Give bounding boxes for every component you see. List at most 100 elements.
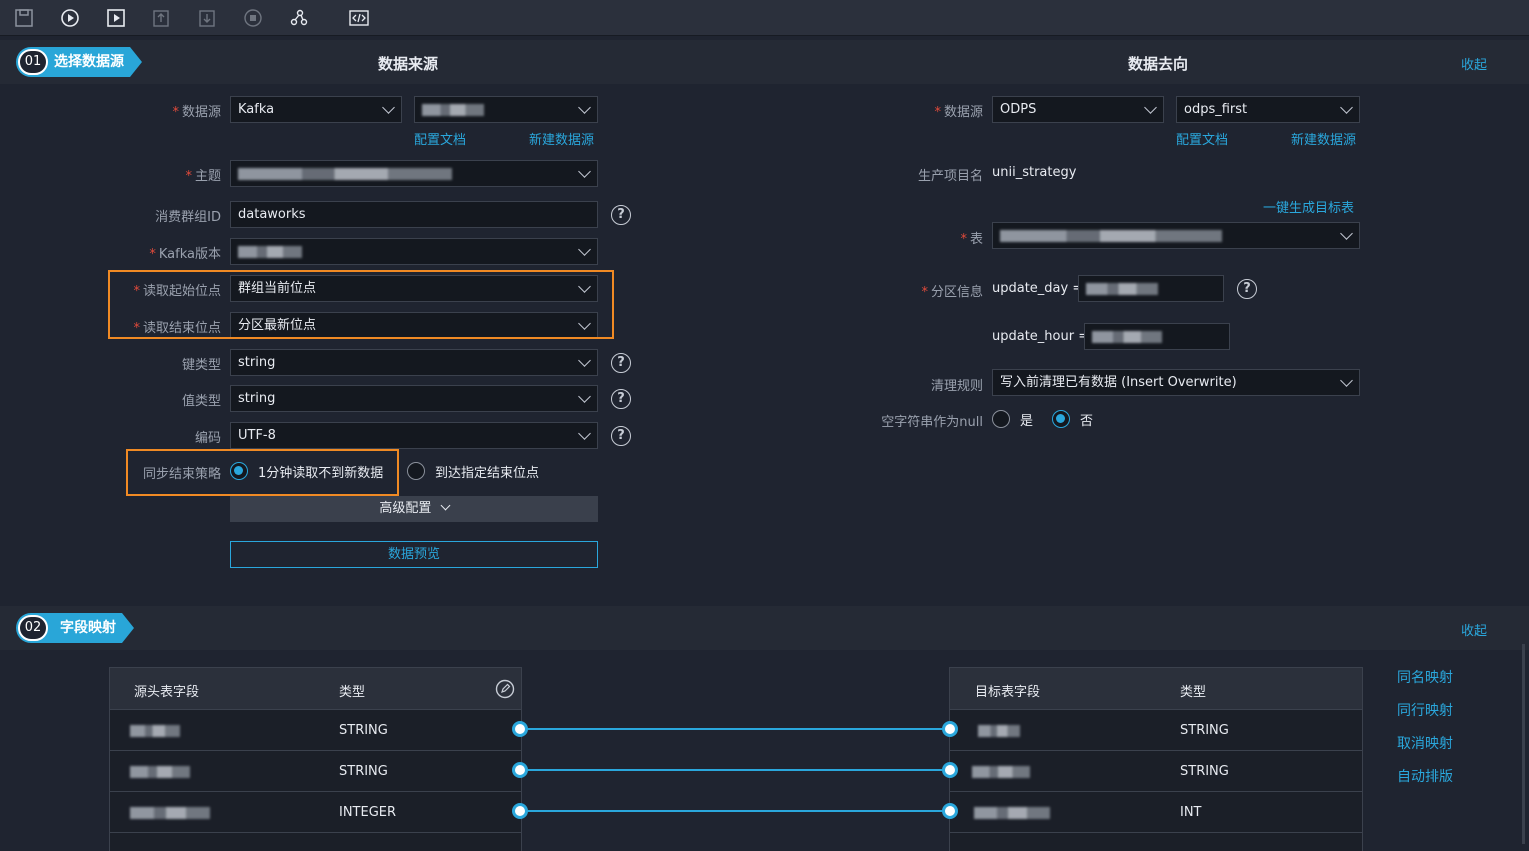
step-number: 01 <box>18 49 48 75</box>
null-no-label[interactable]: 否 <box>1080 410 1093 429</box>
cancel-mapping-link[interactable]: 取消映射 <box>1397 733 1453 753</box>
encoding-select[interactable]: UTF-8 <box>230 422 598 449</box>
value-type-label: 值类型 <box>181 394 221 409</box>
target-field-header: 目标表字段 <box>975 685 1041 700</box>
format-icon[interactable] <box>288 7 310 29</box>
sync-end-option1-label[interactable]: 1分钟读取不到新数据 <box>258 462 383 481</box>
source-field-type: INTEGER <box>339 805 397 820</box>
source-field-type: STRING <box>339 723 388 738</box>
table-header: 源头表字段 类型 <box>110 668 521 710</box>
key-type-label: 键类型 <box>181 358 221 373</box>
partition-help-icon[interactable]: ? <box>1237 279 1257 299</box>
save-icon[interactable] <box>13 7 35 29</box>
consumer-group-help-icon[interactable]: ? <box>611 205 631 225</box>
null-yes-radio[interactable] <box>992 410 1010 428</box>
table-label: * 表 <box>960 232 983 247</box>
partition-day-input[interactable] <box>1078 275 1224 302</box>
partition-day-label: update_day = <box>992 281 1084 296</box>
value-type-help-icon[interactable]: ? <box>611 389 631 409</box>
source-mapping-dot[interactable] <box>512 721 528 737</box>
edit-icon[interactable] <box>495 679 515 703</box>
data-preview-button[interactable]: 数据预览 <box>230 541 598 568</box>
source-new-datasource-link[interactable]: 新建数据源 <box>529 129 594 148</box>
source-field-type: STRING <box>339 764 388 779</box>
value-type-select[interactable]: string <box>230 385 598 412</box>
mapping-line <box>520 728 951 730</box>
step-badge: 01 选择数据源 <box>16 47 142 77</box>
source-field-header: 源头表字段 <box>134 685 200 700</box>
sync-end-option2-label[interactable]: 到达指定结束位点 <box>435 462 539 481</box>
table-row: STRING <box>950 710 1362 751</box>
code-icon[interactable] <box>348 7 370 29</box>
scrollbar[interactable] <box>1522 644 1525 844</box>
stop-icon[interactable] <box>242 7 264 29</box>
target-field-type: STRING <box>1180 764 1229 779</box>
same-row-mapping-link[interactable]: 同行映射 <box>1397 700 1453 720</box>
target-field-type: STRING <box>1180 723 1229 738</box>
source-field-name <box>130 723 180 738</box>
clean-rule-select[interactable]: 写入前清理已有数据 (Insert Overwrite) <box>992 369 1360 396</box>
consumer-group-input[interactable]: dataworks <box>230 201 598 228</box>
run-icon[interactable] <box>59 7 81 29</box>
unlock-icon[interactable] <box>196 7 218 29</box>
table-row: INTEGER <box>110 792 521 833</box>
collapse-link[interactable]: 收起 <box>1461 620 1487 639</box>
section-header-datasource: 01 选择数据源 数据来源 数据去向 收起 <box>0 40 1529 84</box>
source-field-name <box>130 805 210 820</box>
target-datasource-name-select[interactable]: odps_first <box>1176 96 1360 123</box>
auto-layout-link[interactable]: 自动排版 <box>1397 766 1453 786</box>
source-datasource-name-select[interactable] <box>414 96 598 123</box>
source-mapping-dot[interactable] <box>512 803 528 819</box>
generate-target-table-link[interactable]: 一键生成目标表 <box>1263 197 1354 216</box>
table-row: STRING <box>950 751 1362 792</box>
encoding-help-icon[interactable]: ? <box>611 426 631 446</box>
kafka-version-select[interactable] <box>230 238 598 265</box>
sync-end-option1-radio[interactable] <box>230 462 248 480</box>
target-mapping-dot[interactable] <box>942 721 958 737</box>
project-label: 生产项目名 <box>917 169 983 184</box>
submit-icon[interactable] <box>150 7 172 29</box>
source-datasource-type-select[interactable]: Kafka <box>230 96 402 123</box>
source-type-header: 类型 <box>339 685 366 700</box>
run-params-icon[interactable] <box>105 7 127 29</box>
step-title: 字段映射 <box>60 620 116 636</box>
target-mapping-dot[interactable] <box>942 803 958 819</box>
target-config-doc-link[interactable]: 配置文档 <box>1176 129 1228 148</box>
section-header-field-mapping: 02 字段映射 收起 <box>0 606 1529 650</box>
target-field-name <box>972 764 1030 779</box>
read-start-select[interactable]: 群组当前位点 <box>230 275 598 302</box>
null-yes-label[interactable]: 是 <box>1020 410 1033 429</box>
partition-hour-input[interactable] <box>1084 323 1230 350</box>
target-mapping-dot[interactable] <box>942 762 958 778</box>
kafka-version-label: * Kafka版本 <box>149 247 221 262</box>
read-end-select[interactable]: 分区最新位点 <box>230 312 598 339</box>
clean-rule-label: 清理规则 <box>930 379 983 394</box>
key-type-select[interactable]: string <box>230 349 598 376</box>
target-field-name <box>974 805 1050 820</box>
same-name-mapping-link[interactable]: 同名映射 <box>1397 667 1453 687</box>
table-row: INT <box>950 792 1362 833</box>
sync-end-option2-radio[interactable] <box>407 462 425 480</box>
read-start-label: * 读取起始位点 <box>133 284 221 299</box>
table-header: 目标表字段 类型 <box>950 668 1362 710</box>
table-row: STRING <box>110 751 521 792</box>
read-end-label: * 读取结束位点 <box>133 321 221 336</box>
source-mapping-dot[interactable] <box>512 762 528 778</box>
source-fields-table: 源头表字段 类型 STRING STRING INTEGER <box>109 667 522 851</box>
consumer-group-label: 消费群组ID <box>155 210 221 225</box>
collapse-link[interactable]: 收起 <box>1461 54 1487 73</box>
partition-label: * 分区信息 <box>921 285 983 300</box>
target-type-header: 类型 <box>1180 685 1207 700</box>
target-new-datasource-link[interactable]: 新建数据源 <box>1291 129 1356 148</box>
source-datasource-label: * 数据源 <box>172 105 221 120</box>
step-title: 选择数据源 <box>54 54 124 70</box>
null-no-radio[interactable] <box>1052 410 1070 428</box>
topic-select[interactable] <box>230 160 598 187</box>
key-type-help-icon[interactable]: ? <box>611 353 631 373</box>
target-datasource-type-select[interactable]: ODPS <box>992 96 1164 123</box>
source-config-doc-link[interactable]: 配置文档 <box>414 129 466 148</box>
advanced-config-button[interactable]: 高级配置 <box>230 496 598 522</box>
table-select[interactable] <box>992 222 1360 249</box>
source-title: 数据来源 <box>378 55 439 73</box>
table-row: STRING <box>110 710 521 751</box>
